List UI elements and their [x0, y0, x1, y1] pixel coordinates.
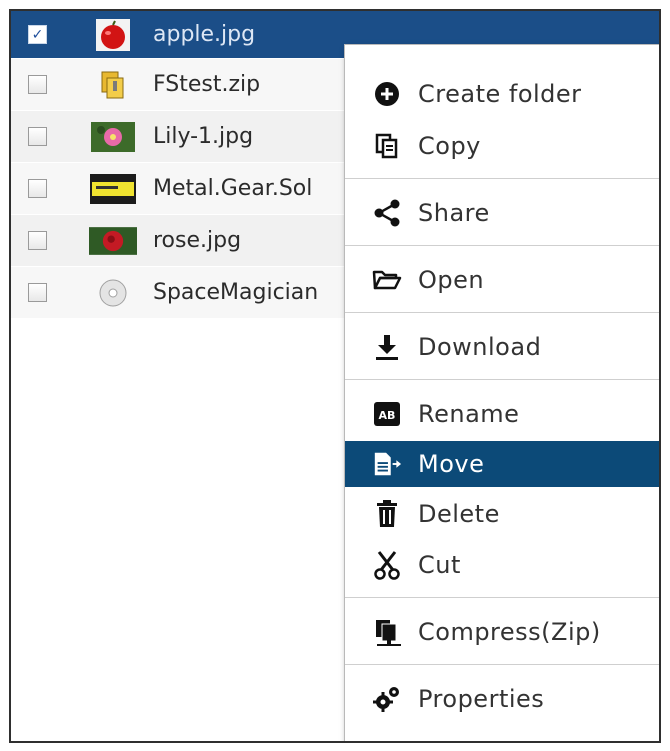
zip-archive-icon: [89, 69, 137, 101]
menu-item-compress[interactable]: Compress(Zip): [345, 609, 659, 655]
menu-item-copy[interactable]: Copy: [345, 123, 659, 169]
copy-icon: [372, 131, 402, 161]
menu-separator: [345, 379, 659, 380]
file-name: rose.jpg: [153, 228, 242, 253]
row-checkbox[interactable]: [28, 179, 47, 198]
rose-thumbnail: [89, 225, 137, 257]
share-icon: [372, 198, 402, 228]
menu-item-label: Delete: [418, 500, 500, 528]
menu-item-label: Properties: [418, 685, 545, 713]
row-checkbox[interactable]: [28, 75, 47, 94]
menu-item-delete[interactable]: Delete: [345, 491, 659, 537]
menu-item-cut[interactable]: Cut: [345, 542, 659, 588]
menu-item-properties[interactable]: Properties: [345, 676, 659, 722]
menu-item-label: Share: [418, 199, 490, 227]
gears-icon: [372, 684, 402, 714]
file-name: Metal.Gear.Sol: [153, 176, 313, 201]
rename-icon: AB: [372, 399, 402, 429]
menu-item-label: Move: [418, 450, 485, 478]
apple-thumbnail: [89, 18, 137, 51]
menu-item-label: Cut: [418, 551, 461, 579]
file-name: SpaceMagician: [153, 280, 319, 305]
scissors-icon: [372, 550, 402, 580]
folder-open-icon: [372, 265, 402, 295]
menu-separator: [345, 312, 659, 313]
menu-separator: [345, 178, 659, 179]
trash-icon: [372, 499, 402, 529]
row-checkbox[interactable]: [28, 127, 47, 146]
file-name: FStest.zip: [153, 72, 261, 97]
compress-icon: [372, 617, 402, 647]
menu-separator: [345, 597, 659, 598]
menu-separator: [345, 664, 659, 665]
menu-item-move[interactable]: Move: [345, 441, 659, 487]
lily-thumbnail: [89, 121, 137, 153]
menu-item-label: Rename: [418, 400, 520, 428]
disc-image-icon: [89, 277, 137, 309]
menu-item-label: Copy: [418, 132, 481, 160]
menu-item-label: Create folder: [418, 80, 582, 108]
row-checkbox[interactable]: [28, 283, 47, 302]
file-name: Lily-1.jpg: [153, 124, 254, 149]
metal-gear-thumbnail: [89, 173, 137, 205]
file-browser-frame: ✓ apple.jpg FStest.zip Lily-1.jpg Metal.…: [9, 9, 661, 743]
plus-circle-icon: [372, 79, 402, 109]
download-icon: [372, 332, 402, 362]
move-icon: [372, 449, 402, 479]
row-checkbox[interactable]: [28, 231, 47, 250]
menu-item-label: Compress(Zip): [418, 618, 601, 646]
menu-item-share[interactable]: Share: [345, 190, 659, 236]
menu-item-rename[interactable]: AB Rename: [345, 391, 659, 437]
file-name: apple.jpg: [153, 22, 256, 47]
menu-item-create-folder[interactable]: Create folder: [345, 71, 659, 117]
menu-item-download[interactable]: Download: [345, 324, 659, 370]
menu-separator: [345, 245, 659, 246]
svg-text:AB: AB: [379, 409, 396, 422]
row-checkbox[interactable]: ✓: [28, 25, 47, 44]
menu-item-label: Download: [418, 333, 542, 361]
menu-item-label: Open: [418, 266, 485, 294]
menu-item-open[interactable]: Open: [345, 257, 659, 303]
context-menu: Create folder Copy Share Open Download A…: [344, 44, 659, 741]
